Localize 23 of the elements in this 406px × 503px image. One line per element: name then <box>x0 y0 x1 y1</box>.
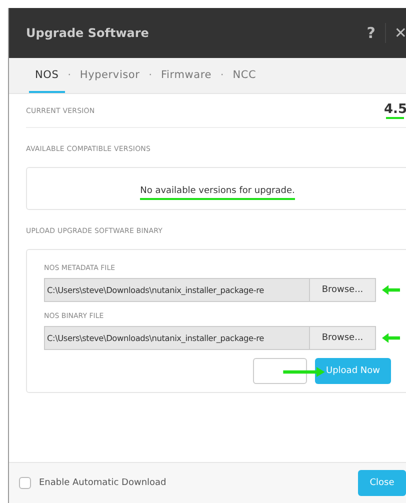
browse-button[interactable]: Browse... <box>309 279 375 301</box>
close-button[interactable]: ✕ <box>394 24 406 42</box>
file-field[interactable]: C:\Users\steve\Downloads\nutanix_installer_package-re Browse... <box>44 278 376 302</box>
tab[interactable]: Hypervisor <box>74 58 146 93</box>
window-title: Upgrade Software <box>26 26 150 40</box>
arrow-icon <box>382 285 400 295</box>
tab-separator: · <box>148 69 153 83</box>
empty-message: No available versions for upgrade. <box>140 186 295 196</box>
arrow-icon <box>382 333 400 343</box>
highlight-underline <box>386 117 404 119</box>
help-button[interactable]: ? <box>366 24 376 42</box>
tab[interactable]: NOS <box>29 58 65 93</box>
checkbox-label: Enable Automatic Download <box>39 478 166 488</box>
browse-button[interactable]: Browse... <box>309 327 375 349</box>
file-field[interactable]: C:\Users\steve\Downloads\nutanix_installer_package-re Browse... <box>44 326 376 350</box>
version-number: 4.5 <box>384 102 406 117</box>
cancel-button[interactable] <box>253 358 307 384</box>
tab[interactable]: NCC <box>226 58 262 93</box>
tab[interactable]: Firmware <box>154 58 218 93</box>
tab-separator: · <box>66 69 72 83</box>
checkbox[interactable] <box>19 477 31 489</box>
arrow-icon <box>281 367 327 377</box>
tab-separator: · <box>220 69 225 83</box>
